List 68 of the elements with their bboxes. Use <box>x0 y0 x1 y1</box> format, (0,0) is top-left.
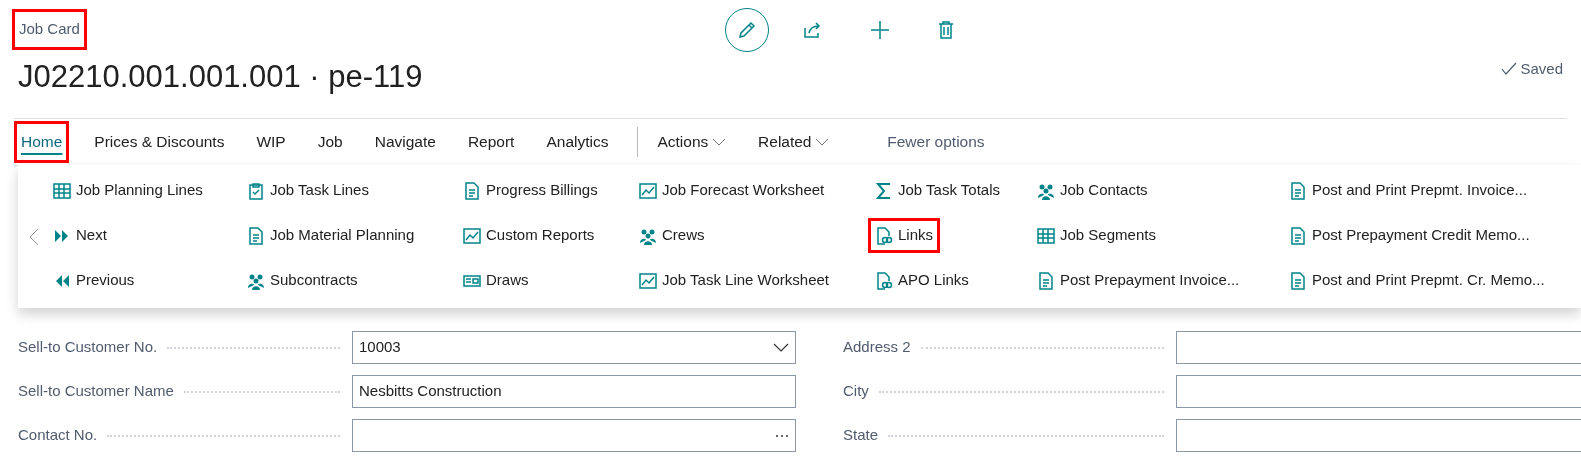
sigma-icon <box>875 181 893 200</box>
checklist-icon <box>247 181 265 200</box>
tab[interactable]: Prices & Discounts <box>87 121 232 163</box>
menu-item[interactable]: Job Planning Lines <box>46 173 210 208</box>
link-document-icon <box>875 226 893 245</box>
menu-item[interactable]: Previous <box>46 263 142 298</box>
tab[interactable]: Report <box>460 121 522 163</box>
link-document-icon <box>875 271 893 290</box>
field-label: Sell-to Customer No. <box>18 337 159 358</box>
chart-icon <box>463 226 481 245</box>
field-label: Contact No. <box>18 425 99 446</box>
menu-item[interactable]: Next <box>46 218 114 253</box>
input-field[interactable] <box>1176 419 1581 452</box>
menu-item[interactable]: Job Task Line Worksheet <box>632 263 837 298</box>
menu-item[interactable]: Draws <box>456 263 536 298</box>
input-field[interactable]: Nesbitts Construction <box>352 375 796 408</box>
field-label: Sell-to Customer Name <box>18 381 175 402</box>
record-title: J02210.001.001.001 · pe-119 <box>18 57 423 96</box>
document-icon <box>1289 226 1307 245</box>
menu-item[interactable]: Post and Print Prepmt. Cr. Memo... <box>1282 263 1552 298</box>
chevron-down-icon <box>712 138 727 146</box>
field-label: Address 2 <box>843 337 912 358</box>
tab[interactable]: WIP <box>249 121 293 163</box>
menu-item[interactable]: Crews <box>632 218 712 253</box>
field-label: City <box>843 381 870 402</box>
menu-item[interactable]: Subcontracts <box>240 263 365 298</box>
menu-item[interactable]: Links <box>868 218 941 253</box>
menu-item[interactable]: Job Task Lines <box>240 173 376 208</box>
document-icon <box>1289 181 1307 200</box>
document-icon <box>247 226 265 245</box>
plus-icon <box>868 19 891 41</box>
menu-item[interactable]: Job Segments <box>1030 218 1163 253</box>
grid-icon <box>53 181 71 200</box>
tab[interactable]: Navigate <box>367 121 443 163</box>
tab[interactable]: Analytics <box>539 121 616 163</box>
menu-item[interactable]: Job Forecast Worksheet <box>632 173 832 208</box>
document-icon <box>463 181 481 200</box>
document-icon <box>1289 271 1307 290</box>
page-caption: Job Card <box>12 9 87 50</box>
toggle-link[interactable]: Fewer options <box>880 121 992 163</box>
chevron-left-icon <box>29 227 39 246</box>
input-field[interactable] <box>1176 375 1581 408</box>
save-status: Saved <box>1520 58 1563 79</box>
menu-item[interactable]: Progress Billings <box>456 173 605 208</box>
menu-item[interactable]: APO Links <box>868 263 976 298</box>
document-icon <box>1037 271 1055 290</box>
menu-item[interactable]: Job Task Totals <box>868 173 1007 208</box>
dropdown-field[interactable]: 10003 <box>352 331 796 364</box>
field-label: State <box>843 425 880 446</box>
chevron-down-icon <box>773 343 789 352</box>
chevron-down-icon <box>815 138 830 146</box>
menu-item[interactable]: Job Material Planning <box>240 218 422 253</box>
tab[interactable]: Home <box>14 121 70 163</box>
checkmark-icon <box>1500 62 1517 76</box>
chart-icon <box>639 271 657 290</box>
chart-icon <box>639 181 657 200</box>
menu-button[interactable]: Actions <box>650 121 734 163</box>
menu-item[interactable]: Post and Print Prepmt. Invoice... <box>1282 173 1535 208</box>
more-icon <box>775 433 789 438</box>
input-field[interactable] <box>352 419 796 452</box>
menu-button[interactable]: Related <box>751 121 837 163</box>
menu-item[interactable]: Job Contacts <box>1030 173 1155 208</box>
menu-item[interactable]: Post Prepayment Credit Memo... <box>1282 218 1537 253</box>
tab[interactable]: Job <box>310 121 350 163</box>
menu-item[interactable]: Custom Reports <box>456 218 602 253</box>
menu-item[interactable]: Post Prepayment Invoice... <box>1030 263 1247 298</box>
grid-icon <box>1037 226 1055 245</box>
input-field[interactable] <box>1176 331 1581 364</box>
